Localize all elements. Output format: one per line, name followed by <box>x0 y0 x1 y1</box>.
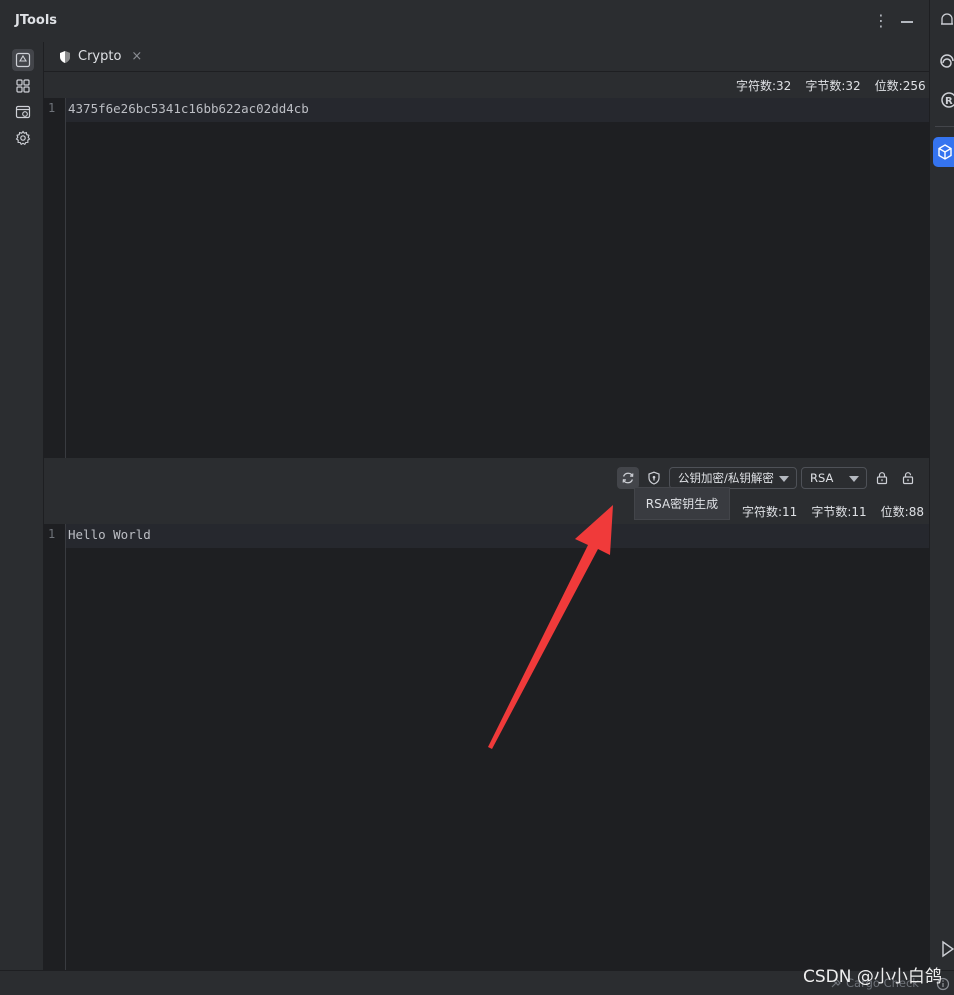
crypto-toolbar: 公钥加密/私钥解密 RSA <box>44 458 929 498</box>
rust-icon[interactable]: R <box>940 91 954 109</box>
line-number: 1 <box>48 527 56 541</box>
more-options-icon[interactable]: ⋮ <box>872 11 890 31</box>
bell-icon[interactable] <box>940 11 954 29</box>
rsa-keygen-button[interactable] <box>617 467 639 489</box>
lock-icon <box>876 472 888 485</box>
bottom-stats: 字符数:11 字节数:11 位数:88 <box>742 503 924 520</box>
title-bar: JTools ⋮ <box>0 0 929 43</box>
bit-count: 位数:88 <box>880 505 924 519</box>
shield-key-icon <box>648 471 660 485</box>
editor-text[interactable]: 4375f6e26bc5341c16bb622ac02dd4cb <box>68 101 309 116</box>
algorithm-select[interactable]: RSA <box>801 467 867 489</box>
encrypt-button[interactable] <box>871 467 893 489</box>
refresh-icon <box>622 472 634 484</box>
shield-icon <box>60 50 70 63</box>
algorithm-select-value: RSA <box>810 471 834 485</box>
unlock-icon <box>902 472 914 485</box>
annotation-arrow <box>488 505 613 749</box>
line-gutter <box>44 524 66 970</box>
svg-text:R: R <box>945 96 953 107</box>
calendar-clock-icon <box>15 105 31 119</box>
char-count: 字符数:32 <box>736 79 792 93</box>
byte-count: 字节数:32 <box>805 79 861 93</box>
char-count: 字符数:11 <box>742 505 798 519</box>
chevron-down-icon <box>849 476 859 482</box>
spiral-icon[interactable] <box>940 52 954 70</box>
input-editor[interactable]: 1 4375f6e26bc5341c16bb622ac02dd4cb <box>44 98 929 458</box>
plugin-tool-button[interactable] <box>933 137 954 167</box>
key-settings-button[interactable] <box>643 467 665 489</box>
mode-select-value: 公钥加密/私钥解密 <box>678 471 774 485</box>
cube-icon <box>938 144 952 160</box>
tab-bar: Crypto × <box>44 42 929 72</box>
editor-text[interactable]: Hello World <box>68 527 151 542</box>
mode-select[interactable]: 公钥加密/私钥解密 <box>669 467 797 489</box>
grid-icon <box>16 79 30 93</box>
decrypt-button[interactable] <box>897 467 919 489</box>
byte-count: 字节数:11 <box>811 505 867 519</box>
close-icon[interactable]: × <box>131 49 142 64</box>
play-icon[interactable] <box>941 940 954 958</box>
line-number: 1 <box>48 101 56 115</box>
crypto-tool-button[interactable] <box>12 49 34 71</box>
chevron-down-icon <box>779 476 789 482</box>
top-stats: 字符数:32 字节数:32 位数:256 <box>736 77 926 94</box>
keygen-tooltip: RSA密钥生成 <box>634 487 730 520</box>
settings-tool-button[interactable] <box>12 127 34 149</box>
calendar-tool-button[interactable] <box>12 101 34 123</box>
bit-count: 位数:256 <box>874 79 926 93</box>
recycle-icon <box>15 52 31 68</box>
line-gutter <box>44 98 66 458</box>
left-tool-strip <box>0 42 44 970</box>
tab-label: Crypto <box>78 49 122 64</box>
grid-tool-button[interactable] <box>12 75 34 97</box>
app-title: JTools <box>15 13 58 28</box>
minimize-icon[interactable] <box>898 11 916 31</box>
right-strip-divider <box>935 126 954 127</box>
watermark: CSDN @小小白鸽 <box>803 967 942 987</box>
tab-crypto[interactable]: Crypto × <box>54 42 146 71</box>
gear-icon <box>15 130 31 146</box>
